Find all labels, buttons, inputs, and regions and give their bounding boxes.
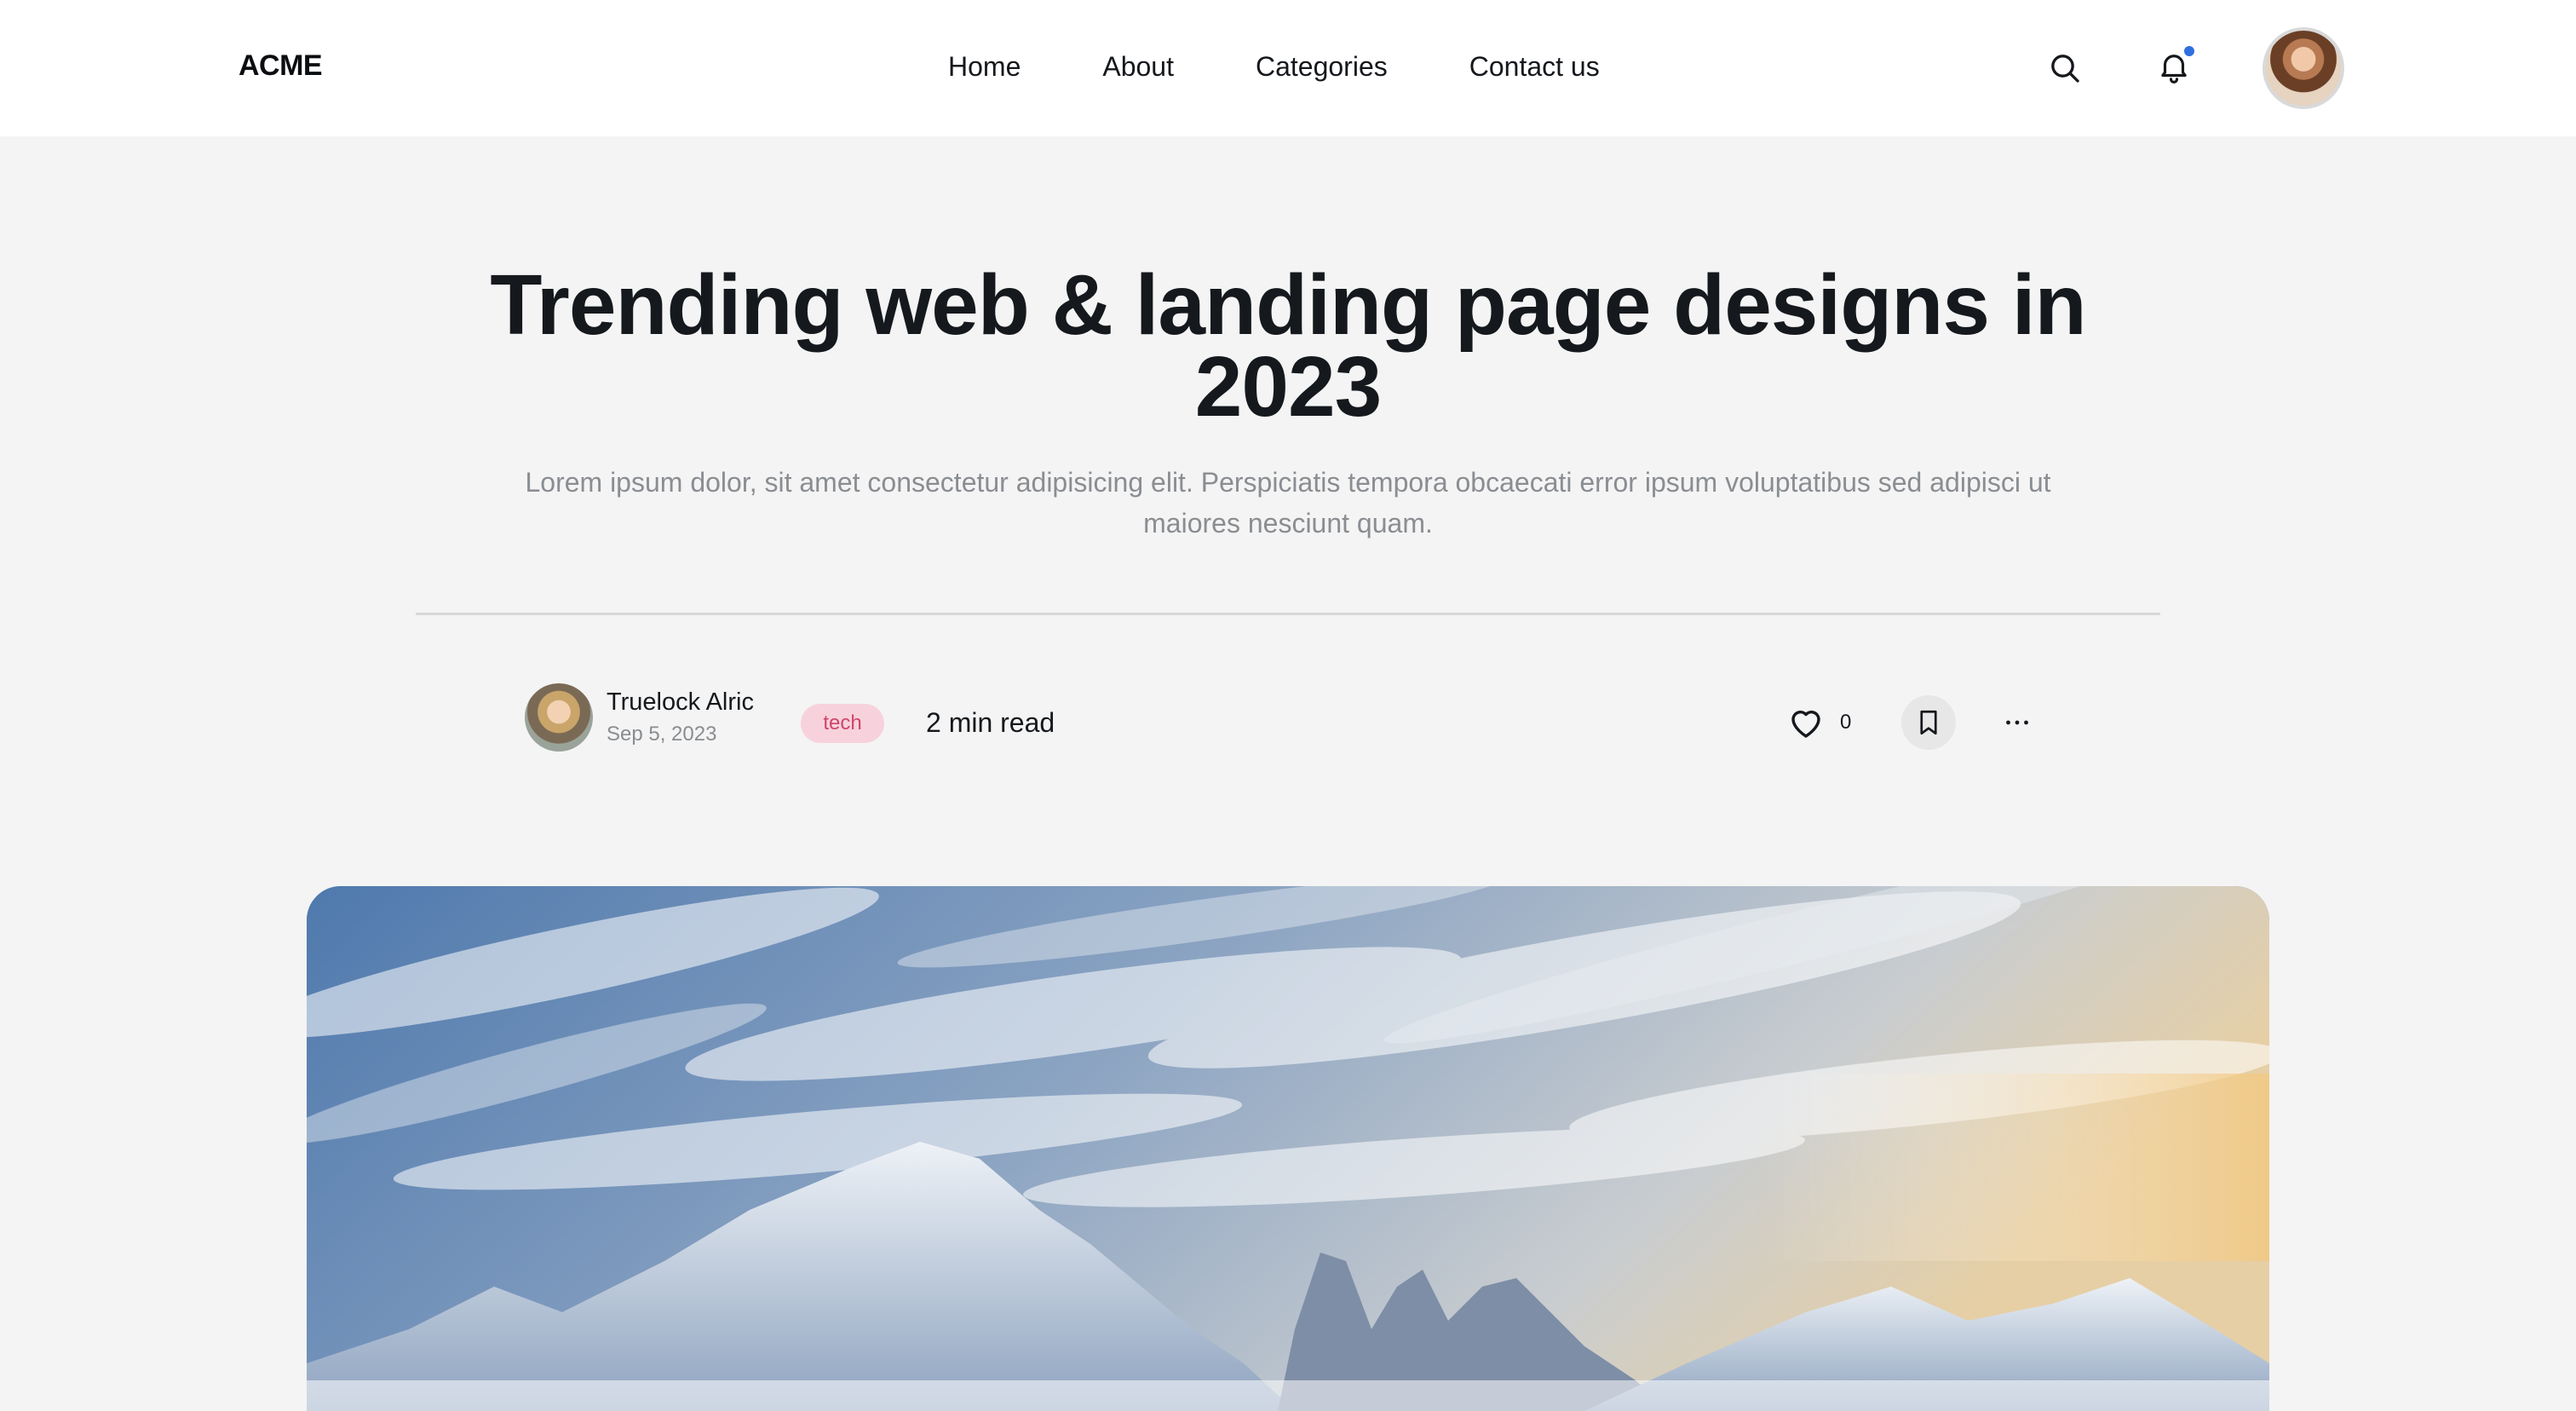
nav-link-about[interactable]: About	[1102, 48, 1174, 85]
article-title: Trending web & landing page designs in 2…	[490, 257, 2086, 435]
more-icon	[2006, 720, 2028, 725]
like-count: 0	[1840, 711, 1852, 734]
nav-link-categories[interactable]: Categories	[1256, 48, 1388, 85]
hero-image	[307, 886, 2269, 1411]
article-subtitle: Lorem ipsum dolor, sit amet consectetur …	[525, 467, 2051, 538]
user-avatar[interactable]	[2263, 27, 2344, 109]
author-name[interactable]: Truelock Alric	[607, 688, 754, 717]
read-time: 2 min read	[926, 707, 1055, 738]
divider	[416, 613, 2160, 615]
notification-dot	[2182, 44, 2196, 58]
nav-link-home[interactable]: Home	[948, 48, 1021, 85]
author-avatar[interactable]	[525, 683, 593, 752]
category-tag[interactable]: tech	[801, 704, 884, 743]
search-icon[interactable]	[2041, 44, 2089, 92]
publish-date: Sep 5, 2023	[607, 723, 717, 746]
top-navigation-bar: ACME Home About Categories Contact us	[0, 0, 2576, 136]
brand-logo[interactable]: ACME	[239, 49, 323, 83]
heart-icon[interactable]	[1785, 702, 1826, 743]
nav-link-contact[interactable]: Contact us	[1469, 48, 1600, 85]
bookmark-icon	[1920, 710, 1937, 735]
more-options-button[interactable]	[1997, 702, 2038, 743]
bookmark-button[interactable]	[1901, 695, 1956, 750]
main-nav: Home About Categories Contact us	[948, 48, 1600, 85]
